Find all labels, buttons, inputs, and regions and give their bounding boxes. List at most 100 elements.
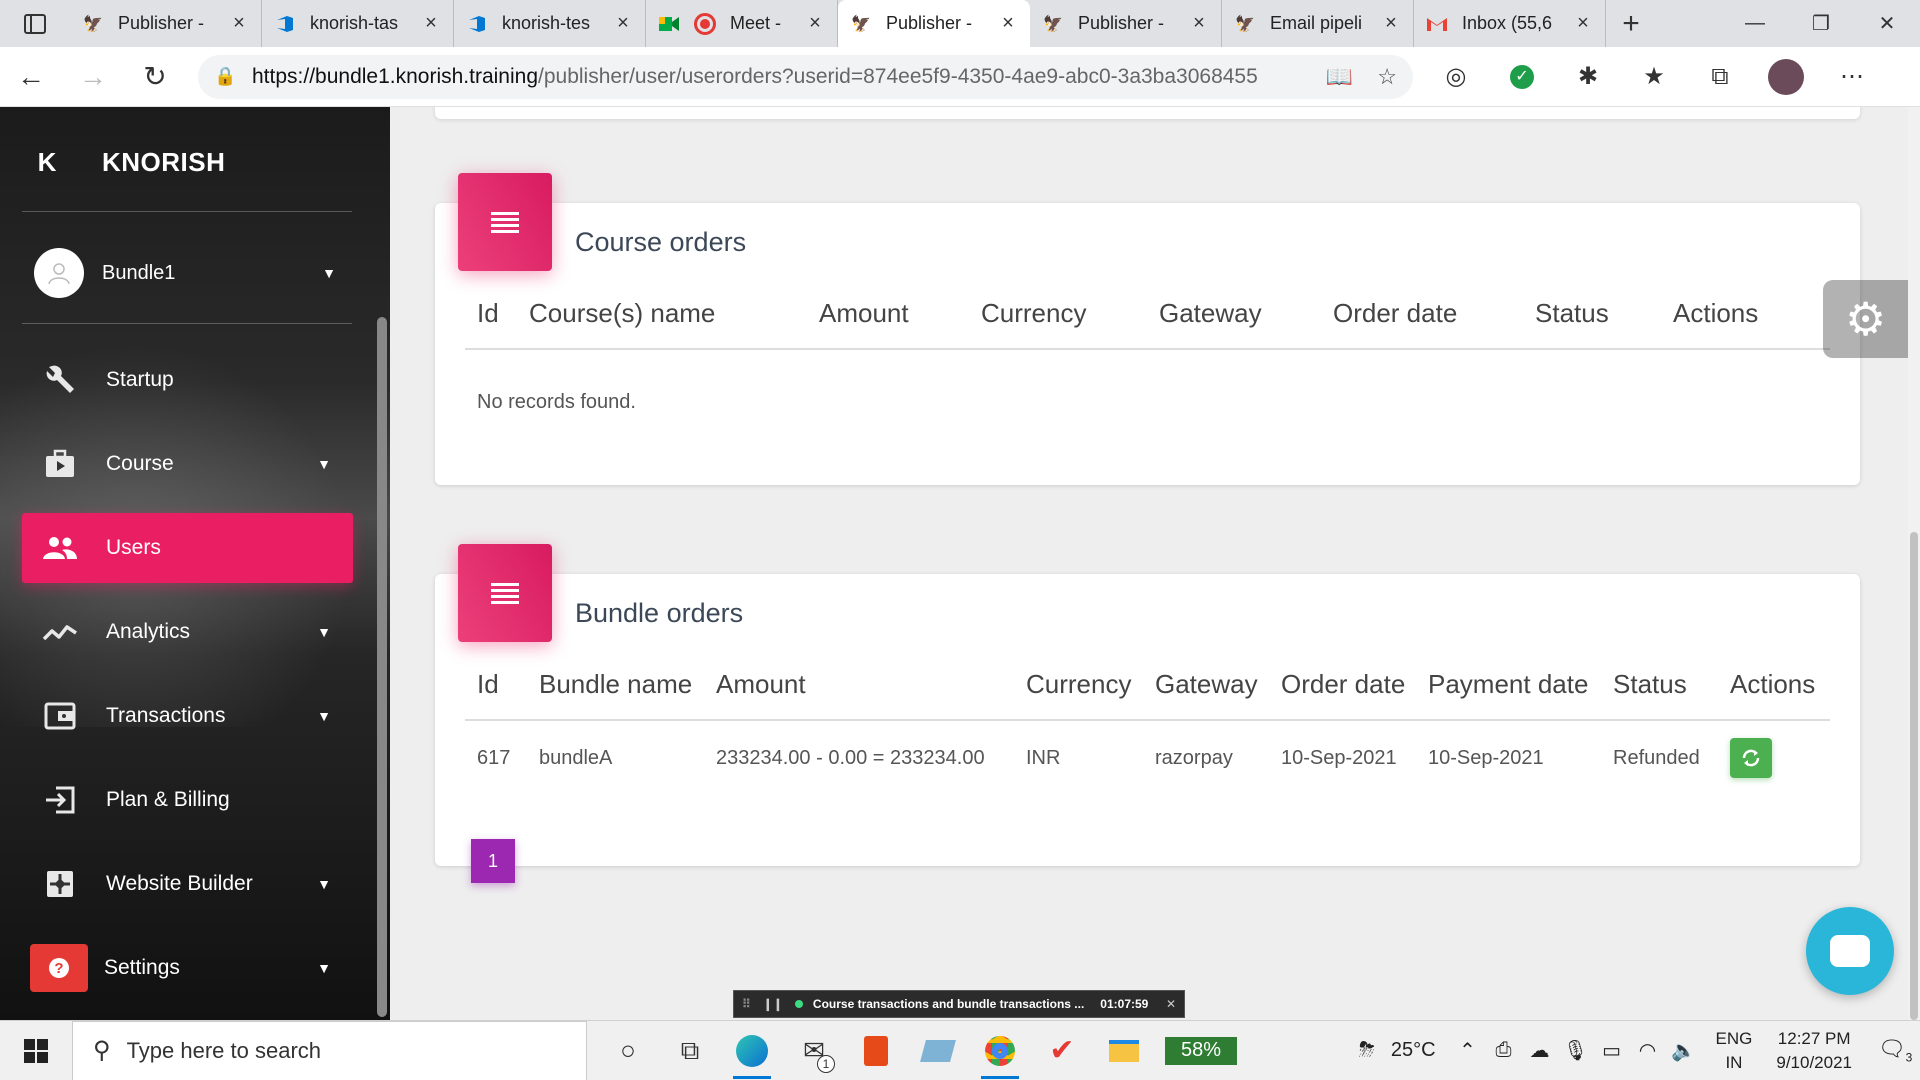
refresh-order-button[interactable] xyxy=(1730,738,1772,778)
browser-tab-3[interactable]: knorish-tes × xyxy=(454,0,646,47)
notification-center-icon[interactable]: 🗨3 xyxy=(1870,1036,1920,1064)
browser-tab-6[interactable]: 🦅 Publisher - × xyxy=(1030,0,1222,47)
close-icon[interactable]: × xyxy=(1573,12,1593,35)
column-header[interactable]: Course(s) name xyxy=(517,279,807,350)
refresh-button[interactable]: ↻ xyxy=(124,47,186,107)
column-header[interactable]: Id xyxy=(465,279,517,350)
language-indicator[interactable]: ENG IN xyxy=(1716,1027,1753,1075)
edge-icon[interactable] xyxy=(721,1021,783,1080)
close-window-button[interactable]: ✕ xyxy=(1854,0,1920,47)
lock-icon[interactable]: 🔒 xyxy=(214,66,242,87)
column-header[interactable]: Bundle name xyxy=(527,650,704,721)
column-header[interactable]: Order date xyxy=(1321,279,1523,350)
sidebar-item-settings[interactable]: ? Settings ▼ xyxy=(22,933,353,1003)
sidebar-item-transactions[interactable]: Transactions ▼ xyxy=(22,681,353,751)
pagination-page-1[interactable]: 1 xyxy=(471,839,515,883)
sidebar: K KNORISH Bundle1 ▼ Startup Course ▼ Use… xyxy=(0,107,390,1020)
column-header[interactable]: Id xyxy=(465,650,527,721)
sidebar-item-startup[interactable]: Startup xyxy=(22,345,353,415)
close-icon[interactable]: × xyxy=(1189,12,1209,35)
mail-icon[interactable]: ✉ 1 xyxy=(783,1021,845,1080)
favorites-icon[interactable]: ★ xyxy=(1621,59,1687,95)
browser-tab-4[interactable]: Meet - × xyxy=(646,0,838,47)
battery-widget[interactable]: 58% xyxy=(1165,1036,1237,1065)
notes-app-icon[interactable] xyxy=(907,1021,969,1080)
sidebar-item-users[interactable]: Users xyxy=(22,513,353,583)
more-icon[interactable]: ⋯ xyxy=(1819,59,1885,95)
chevron-up-icon[interactable]: ⌃ xyxy=(1450,1038,1486,1063)
add-favorite-icon[interactable]: ☆ xyxy=(1377,64,1397,90)
settings-gear-button[interactable]: ⚙ xyxy=(1823,280,1920,358)
tab-actions-icon[interactable] xyxy=(0,0,70,47)
close-icon[interactable]: × xyxy=(805,12,825,35)
temperature[interactable]: 25°C xyxy=(1391,1039,1436,1062)
immersive-reader-icon[interactable]: 📖 xyxy=(1326,64,1353,90)
sidebar-item-plan-billing[interactable]: Plan & Billing xyxy=(22,765,353,835)
sidebar-item-website-builder[interactable]: Website Builder ▼ xyxy=(22,849,353,919)
chat-widget-button[interactable] xyxy=(1806,907,1894,995)
start-button[interactable] xyxy=(0,1038,72,1063)
task-view-icon[interactable]: ⧉ xyxy=(659,1021,721,1080)
column-header[interactable]: Currency xyxy=(1014,650,1143,721)
page-scrollbar[interactable] xyxy=(1908,107,1920,1020)
wrench-icon xyxy=(30,356,90,404)
close-icon[interactable]: × xyxy=(998,12,1018,35)
column-header[interactable]: Amount xyxy=(807,279,969,350)
brand-logo[interactable]: K KNORISH xyxy=(22,137,372,187)
volume-icon[interactable]: 🔈 xyxy=(1666,1038,1702,1063)
column-header[interactable]: Gateway xyxy=(1143,650,1269,721)
sidebar-item-analytics[interactable]: Analytics ▼ xyxy=(22,597,353,667)
sidebar-scrollbar[interactable] xyxy=(377,317,387,1017)
onedrive-icon[interactable]: ☁ xyxy=(1522,1038,1558,1063)
knorish-icon: 🦅 xyxy=(851,15,871,33)
browser-tab-1[interactable]: 🦅 Publisher - × xyxy=(70,0,262,47)
extension-check-icon[interactable]: ◎ xyxy=(1423,59,1489,95)
chrome-icon[interactable] xyxy=(969,1021,1031,1080)
browser-tab-7[interactable]: 🦅 Email pipeli × xyxy=(1222,0,1414,47)
microphone-icon[interactable]: 🎙 xyxy=(1558,1038,1594,1063)
table-row: 617 bundleA 233234.00 - 0.00 = 233234.00… xyxy=(465,720,1830,795)
weather-icon[interactable]: ⛈ xyxy=(1349,1039,1385,1062)
sidebar-item-label: Analytics xyxy=(106,620,191,643)
browser-tab-5-active[interactable]: 🦅 Publisher - × xyxy=(838,0,1030,47)
restore-button[interactable]: ❐ xyxy=(1788,0,1854,47)
column-header[interactable]: Amount xyxy=(704,650,1014,721)
new-tab-button[interactable]: + xyxy=(1606,0,1656,47)
column-header[interactable]: Status xyxy=(1601,650,1718,721)
drag-handle-icon[interactable]: ⠿ xyxy=(742,997,751,1011)
close-icon[interactable]: × xyxy=(229,12,249,35)
battery-icon[interactable]: ▭ xyxy=(1594,1038,1630,1063)
column-header[interactable]: Order date xyxy=(1269,650,1416,721)
address-bar[interactable]: 🔒 https://bundle1.knorish.training/publi… xyxy=(198,54,1413,99)
file-explorer-icon[interactable] xyxy=(1093,1021,1155,1080)
sidebar-item-course[interactable]: Course ▼ xyxy=(22,429,353,499)
clock[interactable]: 12:27 PM 9/10/2021 xyxy=(1776,1027,1852,1075)
extension-green-check-icon[interactable]: ✓ xyxy=(1489,59,1555,95)
column-header[interactable]: Status xyxy=(1523,279,1661,350)
column-header[interactable]: Payment date xyxy=(1416,650,1601,721)
back-button[interactable]: ← xyxy=(0,47,62,107)
forward-button[interactable]: → xyxy=(62,47,124,107)
browser-tab-2[interactable]: knorish-tas × xyxy=(262,0,454,47)
pause-icon[interactable]: ❙❙ xyxy=(763,997,783,1011)
course-orders-table: Id Course(s) name Amount Currency Gatewa… xyxy=(465,279,1830,350)
column-header[interactable]: Currency xyxy=(969,279,1147,350)
meet-now-icon[interactable]: ⎙ xyxy=(1486,1039,1522,1062)
browser-tab-8[interactable]: Inbox (55,6 × xyxy=(1414,0,1606,47)
collections-icon[interactable]: ⧉ xyxy=(1687,59,1753,95)
profile-avatar[interactable] xyxy=(1753,58,1819,95)
wifi-icon[interactable]: ◠ xyxy=(1630,1038,1666,1063)
close-icon[interactable]: × xyxy=(421,12,441,35)
office-icon[interactable] xyxy=(845,1021,907,1080)
close-icon[interactable]: ✕ xyxy=(1166,997,1176,1011)
extensions-icon[interactable]: ✱ xyxy=(1555,59,1621,95)
column-header[interactable]: Gateway xyxy=(1147,279,1321,350)
logo-letter: K xyxy=(37,146,57,177)
cortana-icon[interactable]: ○ xyxy=(597,1021,659,1080)
user-menu[interactable]: Bundle1 ▼ xyxy=(22,235,352,311)
taskbar-search[interactable]: ⚲ Type here to search xyxy=(72,1020,587,1080)
minimize-button[interactable]: — xyxy=(1722,0,1788,47)
close-icon[interactable]: × xyxy=(1381,12,1401,35)
tick-app-icon[interactable]: ✔ xyxy=(1031,1021,1093,1080)
close-icon[interactable]: × xyxy=(613,12,633,35)
